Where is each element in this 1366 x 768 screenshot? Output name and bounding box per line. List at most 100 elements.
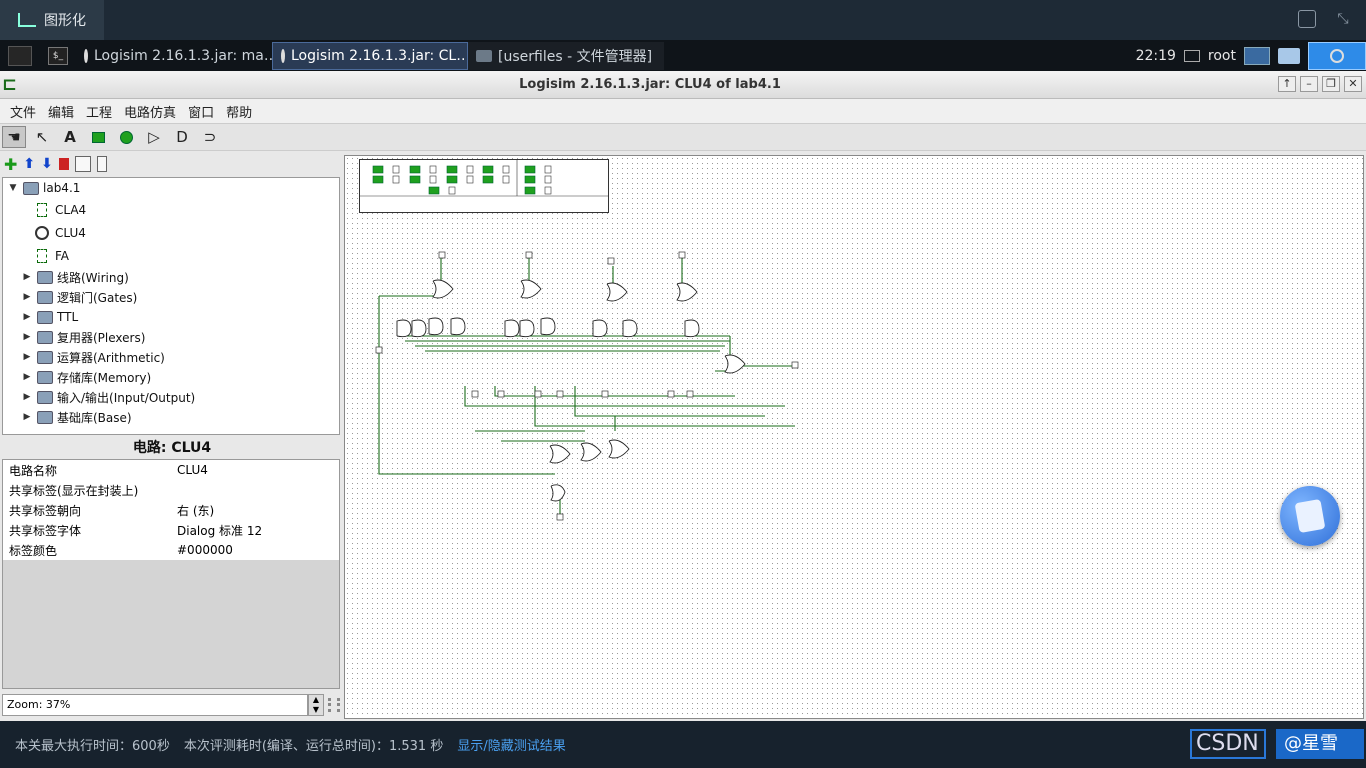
- logisim-window: ⊏ Logisim 2.16.1.3.jar: CLU4 of lab4.1 ↑…: [0, 71, 1366, 721]
- and-gate: [428, 317, 444, 336]
- legend-pin: [482, 175, 494, 184]
- tree-lib-memory[interactable]: ▶ 存储库(Memory): [3, 367, 339, 387]
- attr-value[interactable]: Dialog 标准 12: [171, 522, 262, 539]
- taskbar-item-logisim-clu[interactable]: Logisim 2.16.1.3.jar: CL…: [272, 41, 468, 70]
- attr-value[interactable]: CLU4: [171, 463, 208, 477]
- expand-icon[interactable]: ▶: [21, 392, 33, 402]
- tree-item-cla4[interactable]: CLA4: [3, 198, 339, 221]
- tree-lib-gates[interactable]: ▶ 逻辑门(Gates): [3, 287, 339, 307]
- pin: [497, 390, 505, 398]
- layout-view-icon[interactable]: [74, 156, 91, 172]
- and-gate: [622, 319, 638, 338]
- attr-value[interactable]: #000000: [171, 543, 233, 557]
- folder-icon: [476, 49, 492, 62]
- output-pin-icon[interactable]: [114, 126, 138, 148]
- menu-simulate[interactable]: 电路仿真: [118, 102, 182, 121]
- taskbar-item-file-manager[interactable]: [userfiles - 文件管理器]: [468, 41, 664, 70]
- grid-toggle-icon[interactable]: [328, 698, 340, 712]
- attr-value[interactable]: 右 (东): [171, 502, 214, 519]
- attributes-table: 电路名称 CLU4 共享标签(显示在封装上) 共享标签朝向 右 (东) 共享标签字体…: [2, 459, 340, 689]
- legend-pin: [372, 175, 384, 184]
- text-tool-icon[interactable]: A: [58, 126, 82, 148]
- attr-row[interactable]: 标签颜色 #000000: [3, 540, 339, 560]
- or-gate-icon[interactable]: ⊃: [198, 126, 222, 148]
- folder-icon: [37, 330, 53, 344]
- tree-item-label: 输入/输出(Input/Output): [57, 390, 196, 405]
- attr-key: 共享标签(显示在封装上): [9, 483, 139, 498]
- expand-icon[interactable]: ▶: [21, 332, 33, 342]
- graphical-tab[interactable]: 图形化: [0, 0, 104, 40]
- legend-pin: [446, 165, 458, 174]
- taskbar-item-logisim-main[interactable]: Logisim 2.16.1.3.jar: ma…: [76, 42, 272, 70]
- folder-icon[interactable]: [1278, 47, 1300, 64]
- appearance-view-icon[interactable]: [96, 156, 107, 172]
- tree-item-clu4[interactable]: CLU4: [3, 221, 339, 244]
- hand-tool-icon[interactable]: ☚: [2, 126, 26, 148]
- pin: [525, 251, 533, 259]
- menu-help[interactable]: 帮助: [220, 102, 258, 121]
- expand-icon[interactable]: ▶: [21, 352, 33, 362]
- minimize-button[interactable]: –: [1300, 76, 1318, 92]
- delete-circuit-icon[interactable]: [58, 158, 69, 170]
- expand-icon[interactable]: ▶: [21, 412, 33, 422]
- up-icon[interactable]: ↑: [1278, 76, 1296, 92]
- tree-lib-base[interactable]: ▶ 基础库(Base): [3, 407, 339, 427]
- pin: [667, 390, 675, 398]
- legend-pin: [524, 165, 536, 174]
- pin: [556, 390, 564, 398]
- pin: [601, 390, 609, 398]
- menu-window[interactable]: 窗口: [182, 102, 220, 121]
- expand-icon[interactable]: ▶: [21, 272, 33, 282]
- zoom-spinner[interactable]: ▲ ▼: [308, 694, 324, 716]
- tree-item-fa[interactable]: FA: [3, 244, 339, 267]
- expand-icon[interactable]: ▼: [7, 183, 19, 193]
- legend-port: [544, 165, 552, 174]
- graphical-tab-label: 图形化: [44, 13, 86, 29]
- pin: [438, 251, 446, 259]
- attr-row[interactable]: 共享标签字体 Dialog 标准 12: [3, 520, 339, 540]
- show-desktop-button[interactable]: [0, 42, 40, 70]
- move-down-icon[interactable]: ⬇: [41, 156, 53, 172]
- not-gate-icon[interactable]: ▷: [142, 126, 166, 148]
- toggle-results-link[interactable]: 显示/隐藏测试结果: [457, 735, 565, 754]
- folder-icon: [37, 410, 53, 424]
- close-button[interactable]: ✕: [1344, 76, 1362, 92]
- expand-icon[interactable]: ▶: [21, 312, 33, 322]
- system-tray: 22:19 root: [1136, 40, 1366, 71]
- and-gate-icon[interactable]: D: [170, 126, 194, 148]
- circuit-canvas[interactable]: [344, 155, 1364, 719]
- tree-lib-arithmetic[interactable]: ▶ 运算器(Arithmetic): [3, 347, 339, 367]
- monitor-icon[interactable]: [1244, 46, 1270, 65]
- menu-file[interactable]: 文件: [4, 102, 42, 121]
- collapse-icon[interactable]: ⤡: [1334, 10, 1352, 28]
- toolbox-icon[interactable]: [1298, 10, 1316, 28]
- legend-pin: [372, 165, 384, 174]
- expand-icon[interactable]: ▶: [21, 292, 33, 302]
- maximize-button[interactable]: ❐: [1322, 76, 1340, 92]
- attr-row[interactable]: 共享标签(显示在封装上): [3, 480, 339, 500]
- add-circuit-icon[interactable]: ✚: [4, 155, 17, 174]
- move-up-icon[interactable]: ⬆: [23, 156, 35, 172]
- tree-lib-ttl[interactable]: ▶ TTL: [3, 307, 339, 327]
- attr-row[interactable]: 共享标签朝向 右 (东): [3, 500, 339, 520]
- assistant-float-button[interactable]: [1280, 486, 1340, 546]
- keyboard-icon[interactable]: [1183, 49, 1200, 62]
- tree-root[interactable]: ▼ lab4.1: [3, 178, 339, 198]
- select-tool-icon[interactable]: ↖: [30, 126, 54, 148]
- tree-lib-wiring[interactable]: ▶ 线路(Wiring): [3, 267, 339, 287]
- logisim-tray-button[interactable]: [1308, 41, 1366, 70]
- legend-pin: [446, 175, 458, 184]
- clock: 22:19: [1135, 47, 1176, 64]
- document-icon: [1294, 498, 1326, 534]
- expand-icon[interactable]: ▶: [21, 372, 33, 382]
- attr-row[interactable]: 电路名称 CLU4: [3, 460, 339, 480]
- zoom-field[interactable]: Zoom: 37%: [2, 694, 308, 716]
- menu-edit[interactable]: 编辑: [42, 102, 80, 121]
- input-pin-icon[interactable]: [86, 126, 110, 148]
- tree-lib-io[interactable]: ▶ 输入/输出(Input/Output): [3, 387, 339, 407]
- terminal-button[interactable]: $_: [40, 42, 76, 70]
- tree-item-label: 复用器(Plexers): [57, 330, 146, 345]
- tree-lib-plexers[interactable]: ▶ 复用器(Plexers): [3, 327, 339, 347]
- tree-item-label: 基础库(Base): [57, 410, 132, 425]
- menu-project[interactable]: 工程: [80, 102, 118, 121]
